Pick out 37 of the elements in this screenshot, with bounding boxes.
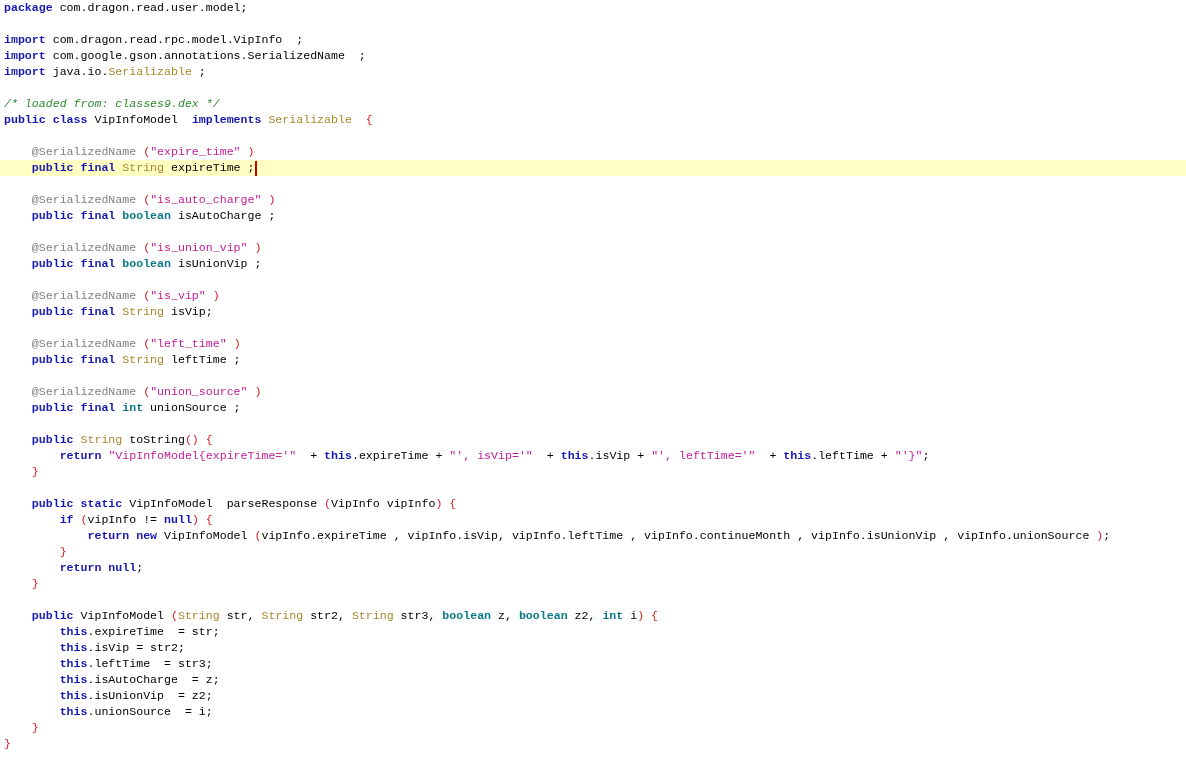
code-line: } [30, 576, 39, 592]
code-line: public String toString() { [30, 432, 213, 448]
code-line: } [4, 736, 11, 752]
code-line: /* loaded from: classes9.dex */ [4, 96, 220, 112]
code-line: this.isVip = str2; [58, 640, 185, 656]
code-line: return null; [58, 560, 144, 576]
code-line: @SerializedName ("expire_time" ) [30, 144, 255, 160]
code-line: import com.dragon.read.rpc.model.VipInfo ; [4, 32, 304, 48]
code-line: public final String expireTime ; [30, 160, 255, 176]
code-line: public final String isVip; [30, 304, 213, 320]
code-line: } [58, 544, 67, 560]
code-line: this.unionSource = i; [58, 704, 213, 720]
code-line: public VipInfoModel (String str, String str2, String str3, boolean z, boolean z2, int i) { [30, 608, 659, 624]
code-line: public static VipInfoModel parseResponse (VipInfo vipInfo) { [30, 496, 457, 512]
code-line: this.expireTime = str; [58, 624, 220, 640]
code-line: this.leftTime = str3; [58, 656, 213, 672]
code-line: public final boolean isUnionVip ; [30, 256, 262, 272]
code-line: } [30, 720, 39, 736]
code-line: } [30, 464, 39, 480]
code-line: @SerializedName ("union_source" ) [30, 384, 262, 400]
code-line: @SerializedName ("is_auto_charge" ) [30, 192, 276, 208]
code-line: @SerializedName ("is_union_vip" ) [30, 240, 262, 256]
text-cursor [255, 160, 258, 176]
code-line: public class VipInfoModel implements Serializable { [4, 112, 373, 128]
code-line: this.isAutoCharge = z; [58, 672, 220, 688]
code-line: import com.google.gson.annotations.SerializedName ; [4, 48, 366, 64]
code-line: @SerializedName ("is_vip" ) [30, 288, 220, 304]
code-line: public final boolean isAutoCharge ; [30, 208, 276, 224]
code-line: if (vipInfo != null) { [58, 512, 213, 528]
code-line: return "VipInfoModel{expireTime='" + this.expireTime + "', isVip='" + this.isVip + "', leftTime='" + this.leftTime + "'}"; [58, 448, 930, 464]
code-line: @SerializedName ("left_time" ) [30, 336, 241, 352]
code-line: public final String leftTime ; [30, 352, 241, 368]
code-line: return new VipInfoModel (vipInfo.expireTime , vipInfo.isVip, vipInfo.leftTime , vipInfo.continueMonth , vipInfo.isUnionVip , vipInfo.unionSource ); [86, 528, 1111, 544]
code-line: package com.dragon.read.user.model; [4, 0, 248, 16]
code-line: this.isUnionVip = z2; [58, 688, 213, 704]
code-line: import java.io.Serializable ; [4, 64, 206, 80]
code-line: public final int unionSource ; [30, 400, 241, 416]
